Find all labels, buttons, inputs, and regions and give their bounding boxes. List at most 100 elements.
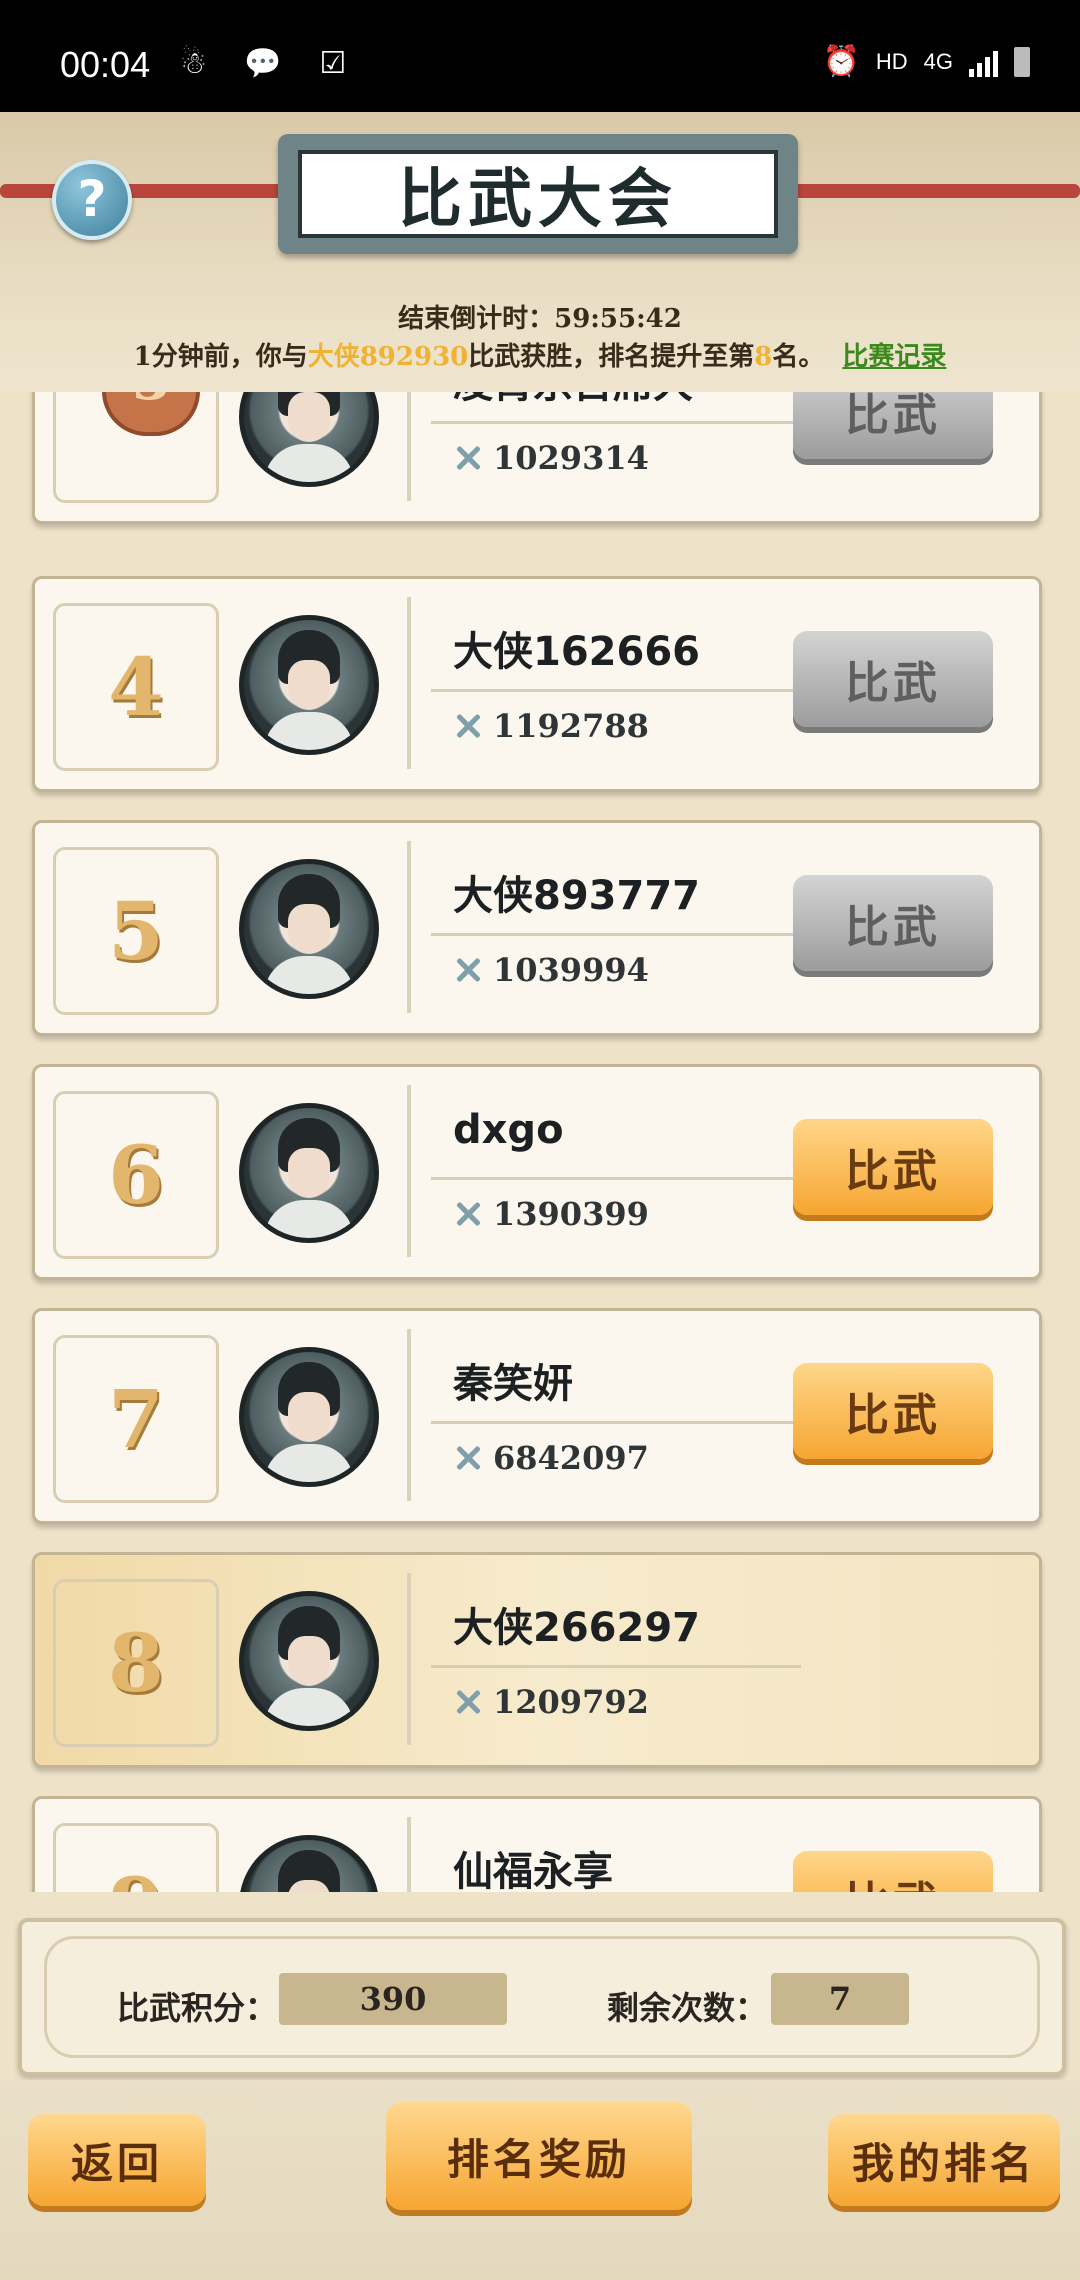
challenge-button[interactable]: 比武 <box>793 875 993 971</box>
alarm-icon: ⏰ <box>822 45 860 78</box>
ranking-card-4: 4 大侠162666 1192788 比武 <box>32 576 1042 792</box>
power-value: 1390399 <box>453 1195 649 1233</box>
notice-player: 大侠892930 <box>307 342 469 372</box>
player-info: 仙福永享 <box>407 1817 831 1892</box>
player-name: 凌霄宗首席大 <box>453 392 693 409</box>
rank-box: 3 <box>53 392 219 503</box>
rank-number: 7 <box>108 1372 164 1466</box>
rank-number: 6 <box>108 1128 164 1222</box>
back-button[interactable]: 返回 <box>28 2114 206 2206</box>
avatar[interactable] <box>239 1591 379 1731</box>
player-info: 大侠266297 1209792 <box>407 1573 831 1745</box>
signal-icon <box>969 47 998 77</box>
divider <box>431 1665 801 1668</box>
ranking-card-6: 6 dxgo 1390399 比武 <box>32 1064 1042 1280</box>
rank-number: 4 <box>108 640 164 734</box>
rank-number: 9 <box>56 1826 216 1892</box>
player-info: 大侠162666 1192788 <box>407 597 831 769</box>
avatar[interactable] <box>239 615 379 755</box>
player-info: 秦笑妍 6842097 <box>407 1329 831 1501</box>
challenge-button[interactable]: 比武 <box>793 392 993 459</box>
title-plaque: 比武大会 <box>278 134 798 254</box>
system-indicators: ⏰ HD 4G <box>822 44 1030 79</box>
rank-reward-button[interactable]: 排名奖励 <box>386 2102 692 2210</box>
notification-icons: ☃ 💬 ☑ <box>180 46 361 81</box>
rank-box: 5 <box>53 847 219 1015</box>
player-info: dxgo 1390399 <box>407 1085 831 1257</box>
score-inner: 比武积分： 390 剩余次数： 7 <box>44 1936 1040 2058</box>
avatar[interactable] <box>239 1103 379 1243</box>
remaining-value: 7 <box>771 1973 909 2025</box>
rank-box: 7 <box>53 1335 219 1503</box>
question-icon: ? <box>77 170 107 228</box>
points-label: 比武积分： <box>117 1989 278 2027</box>
avatar[interactable] <box>239 392 379 487</box>
power-value: 1192788 <box>453 707 649 745</box>
crossed-swords-icon <box>453 1687 483 1717</box>
divider <box>431 1421 801 1424</box>
hd-indicator: HD <box>875 48 908 74</box>
score-panel: 比武积分： 390 剩余次数： 7 <box>18 1918 1066 2076</box>
divider <box>431 933 801 936</box>
ranking-card-3: 3 凌霄宗首席大 1029314 比武 <box>32 392 1042 524</box>
power-number: 1209792 <box>493 1683 649 1721</box>
ranking-card-9: 9 仙福永享 比武 <box>32 1796 1042 1892</box>
power-number: 1192788 <box>493 707 649 745</box>
ranking-card-5: 5 大侠893777 1039994 比武 <box>32 820 1042 1036</box>
crossed-swords-icon <box>453 443 483 473</box>
challenge-button[interactable]: 比武 <box>793 1851 993 1892</box>
player-name: dxgo <box>453 1107 564 1153</box>
ranking-list[interactable]: 3 凌霄宗首席大 1029314 比武 4 大侠162666 1192788 比… <box>0 392 1080 1892</box>
crossed-swords-icon <box>453 955 483 985</box>
avatar[interactable] <box>239 1835 379 1892</box>
help-button[interactable]: ? <box>52 160 132 240</box>
crossed-swords-icon <box>453 1199 483 1229</box>
avatar[interactable] <box>239 859 379 999</box>
rank-number: 8 <box>108 1616 164 1710</box>
challenge-button[interactable]: 比武 <box>793 631 993 727</box>
page-title: 比武大会 <box>298 150 778 238</box>
rope-decoration-left <box>0 184 290 198</box>
rank-number: 5 <box>108 884 164 978</box>
rank-box: 9 <box>53 1823 219 1892</box>
power-value: 1029314 <box>453 439 649 477</box>
divider <box>431 689 801 692</box>
countdown-value: 59:55:42 <box>554 304 682 334</box>
rope-decoration-right <box>790 184 1080 198</box>
clock: 00:04 <box>60 44 151 85</box>
status-bar: 00:04 ☃ 💬 ☑ ⏰ HD 4G <box>0 0 1080 112</box>
challenge-button[interactable]: 比武 <box>793 1119 993 1215</box>
player-name: 大侠893777 <box>453 873 700 919</box>
bottom-bar: 返回 排名奖励 我的排名 <box>0 2080 1080 2280</box>
remaining-label: 剩余次数： <box>607 1989 768 2027</box>
notice-rank: 8 <box>754 342 773 372</box>
player-name: 大侠162666 <box>453 629 700 675</box>
avatar[interactable] <box>239 1347 379 1487</box>
challenge-button[interactable]: 比武 <box>793 1363 993 1459</box>
battery-icon <box>1014 46 1030 77</box>
power-number: 6842097 <box>493 1439 649 1477</box>
crossed-swords-icon <box>453 1443 483 1473</box>
notice-suffix: 名。 <box>772 342 825 372</box>
network-type: 4G <box>923 48 953 74</box>
player-info: 大侠893777 1039994 <box>407 841 831 1013</box>
rank-box: 4 <box>53 603 219 771</box>
player-name: 秦笑妍 <box>453 1361 573 1407</box>
divider <box>431 421 801 424</box>
player-name: 大侠266297 <box>453 1605 700 1651</box>
ranking-card-self: 8 大侠266297 1209792 <box>32 1552 1042 1768</box>
ranking-card-7: 7 秦笑妍 6842097 比武 <box>32 1308 1042 1524</box>
points-value: 390 <box>279 1973 507 2025</box>
crossed-swords-icon <box>453 711 483 741</box>
match-record-link[interactable]: 比赛记录 <box>842 342 946 372</box>
countdown: 结束倒计时：59:55:42 <box>0 298 1080 335</box>
header: ? 比武大会 结束倒计时：59:55:42 1分钟前，你与大侠892930比武获… <box>0 112 1080 392</box>
power-number: 1029314 <box>493 439 649 477</box>
power-value: 1039994 <box>453 951 649 989</box>
power-value: 6842097 <box>453 1439 649 1477</box>
power-number: 1390399 <box>493 1195 649 1233</box>
rank-box: 6 <box>53 1091 219 1259</box>
my-rank-button[interactable]: 我的排名 <box>828 2114 1060 2206</box>
notice-prefix: 1分钟前，你与 <box>133 342 308 372</box>
divider <box>431 1177 801 1180</box>
